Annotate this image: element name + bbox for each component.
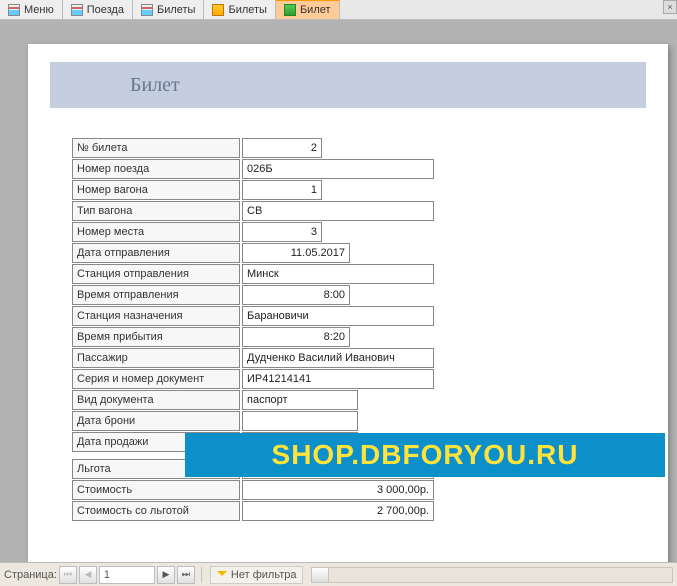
separator bbox=[201, 567, 202, 583]
report-title: Билет bbox=[50, 62, 646, 108]
value-doc-type: паспорт bbox=[242, 390, 358, 410]
page-number-input[interactable]: 1 bbox=[99, 566, 155, 584]
tab-tickets-1[interactable]: Билеты bbox=[133, 0, 204, 19]
tab-tickets-2[interactable]: Билеты bbox=[204, 0, 275, 19]
tab-label: Билет bbox=[300, 4, 331, 16]
nav-next-button[interactable]: ▶ bbox=[157, 566, 175, 584]
label-doc-type: Вид документа bbox=[72, 390, 240, 410]
label-ticket-no: № билета bbox=[72, 138, 240, 158]
value-doc-series: ИР41214141 bbox=[242, 369, 434, 389]
value-price: 3 000,00р. bbox=[242, 480, 434, 500]
label-doc-series: Серия и номер документ bbox=[72, 369, 240, 389]
work-area: Билет № билета2 Номер поезда026Б Номер в… bbox=[0, 20, 677, 562]
value-passenger: Дудченко Василий Иванович bbox=[242, 348, 434, 368]
form-icon bbox=[212, 4, 224, 16]
tab-close-button[interactable]: × bbox=[663, 0, 677, 14]
value-seat-no: 3 bbox=[242, 222, 322, 242]
tab-menu[interactable]: Меню bbox=[0, 0, 63, 19]
filter-indicator[interactable]: Нет фильтра bbox=[210, 566, 304, 584]
filter-text: Нет фильтра bbox=[231, 569, 297, 581]
label-price: Стоимость bbox=[72, 480, 240, 500]
label-book-date: Дата брони bbox=[72, 411, 240, 431]
value-book-date bbox=[242, 411, 358, 431]
label-price-disc: Стоимость со льготой bbox=[72, 501, 240, 521]
nav-first-button[interactable]: ⏮ bbox=[59, 566, 77, 584]
value-car-no: 1 bbox=[242, 180, 322, 200]
label-train-no: Номер поезда bbox=[72, 159, 240, 179]
value-arr-time: 8:20 bbox=[242, 327, 350, 347]
value-car-type: СВ bbox=[242, 201, 434, 221]
label-passenger: Пассажир bbox=[72, 348, 240, 368]
status-bar: Страница: ⏮ ◀ 1 ▶ ⏭ Нет фильтра bbox=[0, 562, 677, 586]
value-dep-station: Минск bbox=[242, 264, 434, 284]
label-seat-no: Номер места bbox=[72, 222, 240, 242]
label-dep-date: Дата отправления bbox=[72, 243, 240, 263]
report-page: Билет № билета2 Номер поезда026Б Номер в… bbox=[28, 44, 668, 562]
label-arr-station: Станция назначения bbox=[72, 306, 240, 326]
label-arr-time: Время прибытия bbox=[72, 327, 240, 347]
nav-prev-button[interactable]: ◀ bbox=[79, 566, 97, 584]
watermark-overlay: SHOP.DBFORYOU.RU bbox=[185, 433, 665, 477]
table-icon bbox=[141, 4, 153, 16]
table-icon bbox=[8, 4, 20, 16]
nav-last-button[interactable]: ⏭ bbox=[177, 566, 195, 584]
value-price-disc: 2 700,00р. bbox=[242, 501, 434, 521]
report-icon bbox=[284, 4, 296, 16]
value-ticket-no: 2 bbox=[242, 138, 322, 158]
value-arr-station: Барановичи bbox=[242, 306, 434, 326]
label-dep-time: Время отправления bbox=[72, 285, 240, 305]
tab-label: Меню bbox=[24, 4, 54, 16]
value-dep-time: 8:00 bbox=[242, 285, 350, 305]
tab-label: Билеты bbox=[228, 4, 266, 16]
label-car-no: Номер вагона bbox=[72, 180, 240, 200]
page-label: Страница: bbox=[4, 569, 57, 581]
label-dep-station: Станция отправления bbox=[72, 264, 240, 284]
table-icon bbox=[71, 4, 83, 16]
tab-bar: Меню Поезда Билеты Билеты Билет × bbox=[0, 0, 677, 20]
tab-label: Билеты bbox=[157, 4, 195, 16]
horizontal-scrollbar[interactable] bbox=[311, 567, 673, 583]
funnel-icon bbox=[217, 571, 227, 579]
label-car-type: Тип вагона bbox=[72, 201, 240, 221]
value-dep-date: 11.05.2017 bbox=[242, 243, 350, 263]
value-train-no: 026Б bbox=[242, 159, 434, 179]
tab-trains[interactable]: Поезда bbox=[63, 0, 133, 19]
tab-label: Поезда bbox=[87, 4, 124, 16]
tab-ticket[interactable]: Билет bbox=[276, 0, 340, 19]
